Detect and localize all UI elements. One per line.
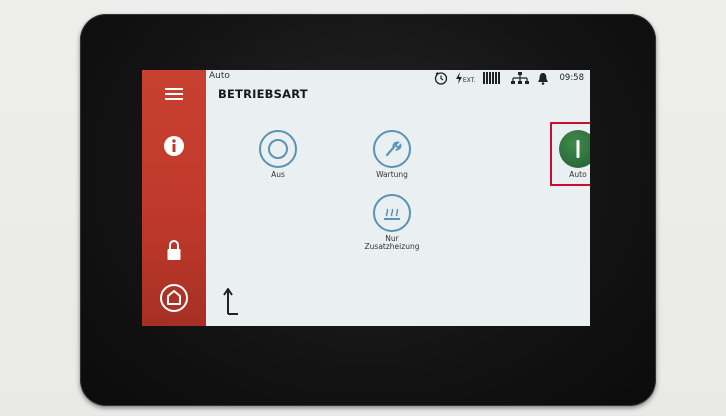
mode-auxiliary-heating-button[interactable]: Nur Zusatzheizung	[352, 194, 432, 251]
lock-icon	[167, 240, 181, 260]
page-title: BETRIEBSART	[218, 87, 308, 101]
current-mode-label: Auto	[209, 71, 230, 81]
clock-program-icon	[434, 72, 447, 85]
info-icon	[164, 136, 184, 156]
home-button[interactable]	[142, 278, 206, 318]
sidebar	[142, 70, 206, 326]
back-arrow-icon	[223, 288, 238, 315]
network-icon	[510, 71, 529, 84]
mode-auxiliary-heating-label: Nur Zusatzheizung	[364, 234, 420, 251]
lock-button[interactable]	[142, 230, 206, 270]
main-panel: Auto BETRIEBSART EXT. 09:58 Aus Wartung …	[206, 70, 590, 326]
bell-icon[interactable]	[537, 72, 549, 85]
heater-icon	[373, 194, 411, 232]
status-bar: EXT. 09:58	[434, 70, 584, 86]
info-button[interactable]	[142, 126, 206, 166]
off-ring-icon	[259, 130, 297, 168]
back-button[interactable]	[222, 284, 246, 318]
wrench-icon	[373, 130, 411, 168]
clock: 09:58	[559, 73, 585, 83]
menu-button[interactable]	[142, 74, 206, 114]
touch-screen: Auto BETRIEBSART EXT. 09:58 Aus Wartung …	[142, 70, 590, 326]
mode-off-label: Aus	[271, 170, 285, 179]
home-icon	[160, 284, 188, 312]
mode-off-button[interactable]: Aus	[238, 130, 318, 179]
mode-maintenance-label: Wartung	[376, 170, 408, 179]
ext-label: EXT.	[462, 77, 476, 84]
selection-highlight	[550, 122, 590, 186]
external-power-indicator: EXT.	[455, 72, 476, 84]
mode-maintenance-button[interactable]: Wartung	[352, 130, 432, 179]
hamburger-icon	[165, 88, 183, 100]
signal-bars-icon	[482, 72, 500, 84]
lightning-icon	[455, 72, 462, 84]
